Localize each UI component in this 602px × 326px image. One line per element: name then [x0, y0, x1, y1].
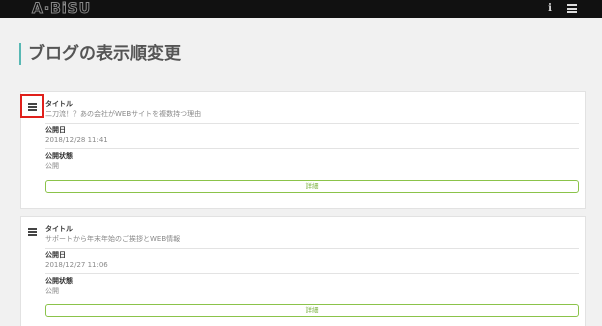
hamburger-menu-icon[interactable] — [567, 4, 577, 13]
top-navigation-bar: A·BiSU i — [0, 0, 602, 18]
page-title: ブログの表示順変更 — [19, 43, 181, 65]
title-label: タイトル — [45, 100, 73, 108]
app-logo[interactable]: A·BiSU — [31, 1, 91, 18]
detail-button[interactable]: 詳細 — [45, 304, 579, 317]
published-date-field: 公開日 2018/12/27 11:06 — [45, 251, 579, 274]
published-status-field: 公開状態 公開 — [45, 152, 579, 174]
drag-handle-icon[interactable] — [28, 103, 37, 111]
blog-post-card: タイトル 二刀流！？あの会社がWEBサイトを複数持つ理由 公開日 2018/12… — [20, 91, 586, 209]
post-title-field: タイトル サポートから年末年始のご挨拶とWEB情報 — [45, 225, 579, 249]
blog-post-card: タイトル サポートから年末年始のご挨拶とWEB情報 公開日 2018/12/27… — [20, 216, 586, 326]
published-date-value: 2018/12/28 11:41 — [45, 136, 108, 144]
published-status-value: 公開 — [45, 287, 59, 295]
post-title-value: 二刀流！？あの会社がWEBサイトを複数持つ理由 — [45, 110, 202, 118]
published-status-field: 公開状態 公開 — [45, 277, 579, 299]
published-status-label: 公開状態 — [45, 152, 73, 160]
published-status-label: 公開状態 — [45, 277, 73, 285]
published-date-field: 公開日 2018/12/28 11:41 — [45, 126, 579, 149]
detail-button[interactable]: 詳細 — [45, 180, 579, 193]
published-status-value: 公開 — [45, 162, 59, 170]
drag-handle-icon[interactable] — [28, 228, 37, 236]
post-title-field: タイトル 二刀流！？あの会社がWEBサイトを複数持つ理由 — [45, 100, 579, 124]
published-date-label: 公開日 — [45, 251, 66, 259]
published-date-value: 2018/12/27 11:06 — [45, 261, 108, 269]
published-date-label: 公開日 — [45, 126, 66, 134]
post-title-value: サポートから年末年始のご挨拶とWEB情報 — [45, 235, 181, 243]
title-label: タイトル — [45, 225, 73, 233]
info-icon[interactable]: i — [546, 2, 554, 16]
